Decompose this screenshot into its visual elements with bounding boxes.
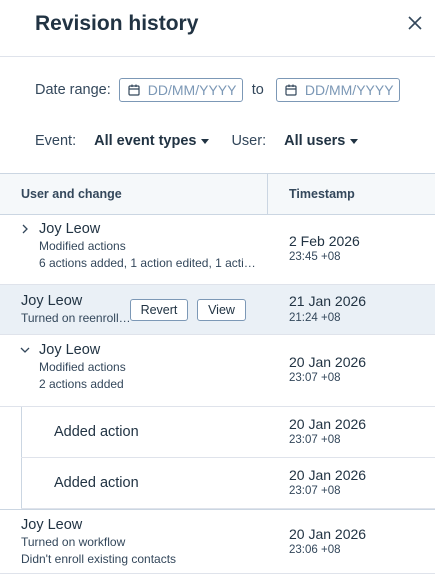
start-date-input[interactable]: DD/MM/YYYY — [118, 78, 243, 102]
row-time: 23:07 +08 — [289, 434, 341, 446]
event-label: Event: — [35, 133, 77, 149]
panel-header: Revision history — [0, 0, 435, 57]
end-date-placeholder: DD/MM/YYYY — [304, 82, 394, 98]
row-time: 23:07 +08 — [289, 485, 341, 497]
row-user-name: Joy Leow — [39, 221, 101, 237]
chevron-down-icon[interactable] — [20, 345, 30, 355]
row-date: 20 Jan 2026 — [289, 467, 367, 483]
row-change-summary: Turned on workflow — [21, 535, 126, 549]
table-header: User and change Timestamp — [0, 173, 435, 215]
chevron-right-icon[interactable] — [20, 224, 30, 234]
row-time: 23:45 +08 — [289, 251, 341, 263]
row-change-name: Added action — [54, 475, 139, 491]
view-button[interactable]: View — [197, 299, 246, 321]
event-user-filters: Event: All event types User: All users — [35, 130, 359, 152]
table-row[interactable]: Joy Leow Modified actions 6 actions adde… — [0, 214, 435, 285]
column-divider — [267, 174, 268, 214]
page-title: Revision history — [35, 12, 199, 35]
user-dropdown[interactable]: All users — [284, 133, 359, 149]
row-change-name: Added action — [54, 424, 139, 440]
column-header-timestamp: Timestamp — [289, 187, 355, 201]
date-range-label: Date range: — [35, 82, 111, 98]
row-change-detail: Didn't enroll existing contacts — [21, 552, 177, 566]
table-row-selected[interactable]: Joy Leow Turned on reenroll… Revert View… — [0, 285, 435, 335]
row-change-detail: 6 actions added, 1 action edited, 1 acti… — [39, 256, 256, 270]
row-date: 20 Jan 2026 — [289, 416, 367, 432]
user-label: User: — [231, 133, 267, 149]
date-range-filter: Date range: DD/MM/YYYY to DD/MM/YYYY — [35, 78, 400, 102]
user-value: All users — [284, 133, 346, 149]
revert-button[interactable]: Revert — [130, 299, 188, 321]
row-date: 2 Feb 2026 — [289, 233, 360, 249]
row-user-name: Joy Leow — [39, 342, 101, 358]
start-date-placeholder: DD/MM/YYYY — [147, 82, 237, 98]
caret-down-icon — [350, 138, 359, 144]
row-time: 21:24 +08 — [289, 312, 341, 324]
calendar-icon — [128, 84, 140, 96]
row-time: 23:06 +08 — [289, 544, 341, 556]
row-change-summary: Modified actions — [39, 360, 126, 374]
end-date-input[interactable]: DD/MM/YYYY — [275, 78, 400, 102]
column-header-user-and-change: User and change — [21, 187, 122, 201]
row-date: 20 Jan 2026 — [289, 354, 367, 370]
row-date: 21 Jan 2026 — [289, 293, 367, 309]
caret-down-icon — [201, 138, 210, 144]
row-date: 20 Jan 2026 — [289, 526, 367, 542]
child-row[interactable]: Added action 20 Jan 2026 23:07 +08 — [21, 458, 435, 509]
table-row[interactable]: Joy Leow Modified actions 2 actions adde… — [0, 335, 435, 407]
row-time: 23:07 +08 — [289, 372, 341, 384]
close-icon[interactable] — [407, 15, 423, 31]
row-change-summary: Turned on reenroll… — [21, 311, 131, 325]
row-user-name: Joy Leow — [21, 517, 83, 533]
revision-table: User and change Timestamp — [0, 173, 435, 215]
child-row[interactable]: Added action 20 Jan 2026 23:07 +08 — [21, 407, 435, 458]
row-user-name: Joy Leow — [21, 293, 83, 309]
table-row[interactable]: Joy Leow Turned on workflow Didn't enrol… — [0, 509, 435, 574]
row-change-detail: 2 actions added — [39, 377, 124, 391]
event-type-dropdown[interactable]: All event types — [94, 133, 210, 149]
event-type-value: All event types — [94, 133, 197, 149]
calendar-icon — [285, 84, 297, 96]
to-label: to — [251, 82, 264, 98]
row-change-summary: Modified actions — [39, 239, 126, 253]
